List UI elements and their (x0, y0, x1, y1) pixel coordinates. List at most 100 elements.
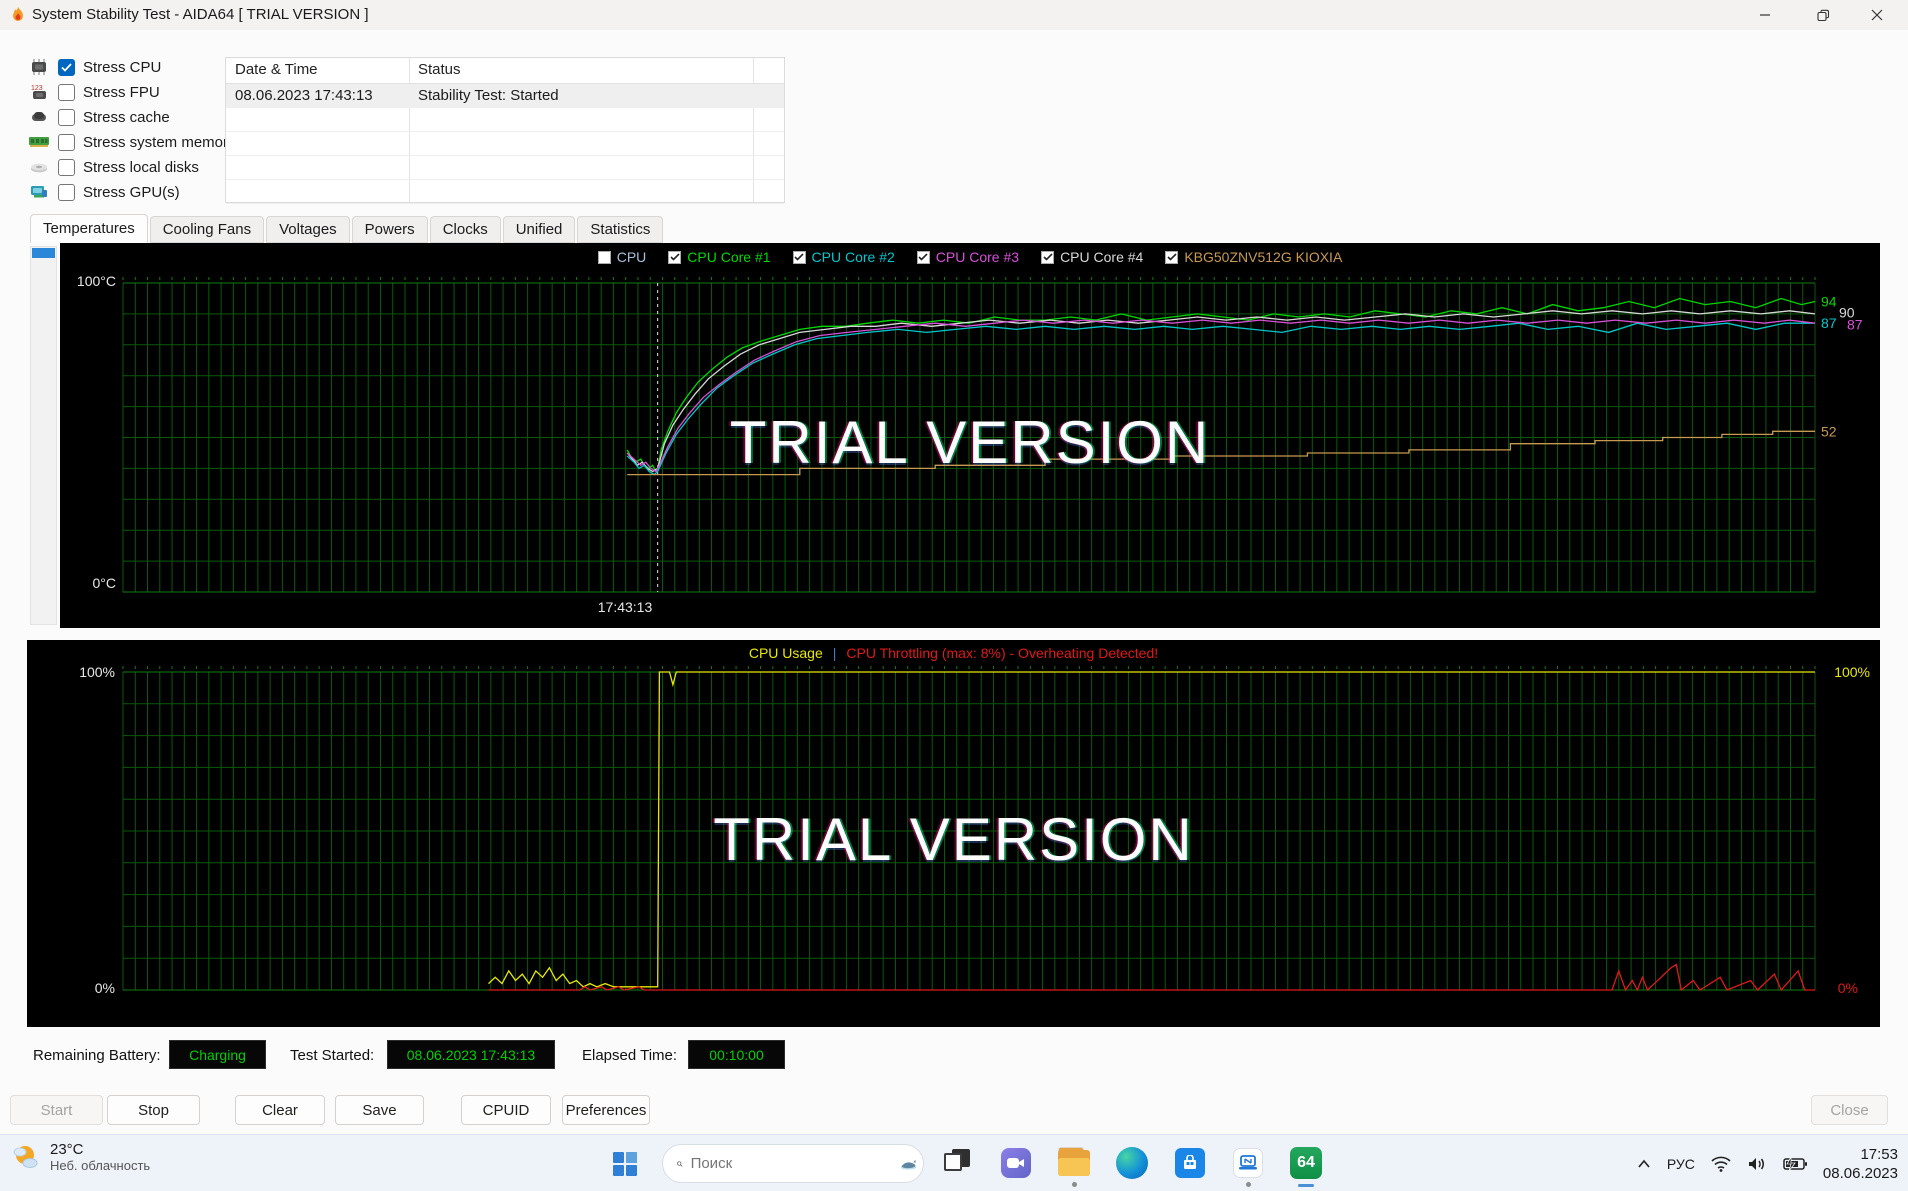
legend-checkbox[interactable] (916, 250, 930, 264)
tab-statistics[interactable]: Statistics (577, 216, 664, 243)
search-input[interactable] (690, 1155, 890, 1172)
stress-option-cpu[interactable]: Stress CPU (28, 56, 161, 78)
clock-widget[interactable]: 17:53 08.06.2023 (1823, 1145, 1898, 1183)
legend-label: KBG50ZNV512G KIOXIA (1184, 249, 1343, 265)
legend-item[interactable]: CPU Core #4 (1041, 249, 1143, 265)
tray-time: 17:53 (1860, 1145, 1898, 1163)
stress-cpu-checkbox[interactable] (58, 58, 75, 76)
legend-checkbox[interactable] (1041, 250, 1055, 264)
chart-legend: CPU CPU Core #1 CPU Core #2 CPU Core #3 CPU … (60, 249, 1880, 265)
stress-option-label: Stress local disks (83, 158, 199, 176)
stress-memory-checkbox[interactable] (58, 133, 75, 151)
usage-right-max-label: 100% (1834, 664, 1870, 680)
check-icon (1167, 253, 1177, 261)
legend-item[interactable]: CPU (597, 249, 646, 265)
stress-option-cache[interactable]: Stress cache (28, 106, 170, 128)
battery-charging-icon[interactable] (1783, 1156, 1807, 1171)
usage-right-min-label: 0% (1837, 980, 1858, 996)
edge-icon (1116, 1147, 1148, 1179)
weather-widget[interactable]: 23°C Неб. облачность (10, 1141, 150, 1173)
running-indicator (1246, 1182, 1251, 1187)
close-button[interactable]: Close (1811, 1095, 1888, 1125)
usage-title-part: CPU Usage (748, 645, 823, 661)
event-log-table[interactable]: Date & Time Status 08.06.2023 17:43:13 S… (225, 57, 785, 204)
stress-fpu-checkbox[interactable] (58, 83, 75, 101)
minimize-button[interactable] (1742, 0, 1788, 30)
cell-datetime: 08.06.2023 17:43:13 (235, 87, 373, 104)
cpuid-button[interactable]: CPUID (461, 1095, 551, 1125)
window-title: System Stability Test - AIDA64 [ TRIAL V… (32, 6, 369, 23)
svg-text:123: 123 (31, 85, 43, 92)
usage-title-part: | (832, 645, 837, 661)
stress-gpu-checkbox[interactable] (58, 183, 75, 201)
legend-label: CPU Core #4 (1060, 249, 1144, 265)
stress-cache-checkbox[interactable] (58, 108, 75, 126)
language-indicator[interactable]: РУС (1667, 1156, 1695, 1172)
microsoft-store-button[interactable] (1170, 1143, 1210, 1183)
stress-option-memory[interactable]: Stress system memory (28, 131, 236, 153)
stress-option-disks[interactable]: Stress local disks (28, 156, 199, 178)
volume-icon[interactable] (1747, 1156, 1767, 1172)
restore-icon (1816, 9, 1829, 21)
legend-item[interactable]: KBG50ZNV512G KIOXIA (1165, 249, 1342, 265)
column-header-status[interactable]: Status (418, 61, 461, 78)
close-window-button[interactable] (1854, 0, 1900, 30)
cpu-icon (28, 58, 50, 76)
elapsed-time-value: 00:10:00 (688, 1040, 785, 1069)
start-menu-button[interactable] (608, 1147, 642, 1181)
stop-button[interactable]: Stop (107, 1095, 200, 1125)
legend-item[interactable]: CPU Core #3 (916, 249, 1019, 265)
tab-unified[interactable]: Unified (502, 216, 576, 243)
close-icon (1871, 9, 1883, 21)
tab-voltages[interactable]: Voltages (266, 216, 350, 243)
series-end-value: 87 (1847, 317, 1863, 333)
stress-option-label: Stress cache (83, 108, 170, 126)
save-button[interactable]: Save (335, 1095, 424, 1125)
trial-watermark: TRIAL VERSION (729, 409, 1211, 476)
cpu-usage-chart: CPU Usage | CPU Throttling (max: 8%) - Ove… (27, 640, 1880, 1027)
restore-button[interactable] (1800, 0, 1846, 30)
file-explorer-button[interactable] (1054, 1143, 1094, 1187)
table-row-empty (226, 156, 784, 180)
chart-vertical-scrollbar[interactable] (30, 246, 57, 625)
aida64-flame-icon (13, 7, 23, 21)
legend-label: CPU Core #1 (687, 249, 771, 265)
usage-chart-title: CPU Usage | CPU Throttling (max: 8%) - Ove… (27, 645, 1880, 661)
edge-button[interactable] (1112, 1143, 1152, 1183)
running-indicator (1072, 1182, 1077, 1187)
task-view-button[interactable] (938, 1143, 978, 1183)
chart-tabs: Temperatures Cooling Fans Voltages Power… (30, 214, 665, 243)
legend-checkbox[interactable] (597, 250, 611, 264)
notebook-app-button[interactable] (1228, 1143, 1268, 1187)
aida64-icon: 64 (1290, 1147, 1322, 1179)
tab-cooling-fans[interactable]: Cooling Fans (149, 216, 265, 243)
search-box[interactable] (662, 1144, 924, 1183)
column-header-datetime[interactable]: Date & Time (235, 61, 318, 78)
legend-item[interactable]: CPU Core #1 (668, 249, 771, 265)
stress-option-fpu[interactable]: 123 Stress FPU (28, 81, 160, 103)
stress-option-gpu[interactable]: Stress GPU(s) (28, 181, 180, 203)
table-row[interactable]: 08.06.2023 17:43:13 Stability Test: Star… (226, 84, 784, 108)
stress-disks-checkbox[interactable] (58, 158, 75, 176)
legend-checkbox[interactable] (792, 250, 806, 264)
tab-powers[interactable]: Powers (351, 216, 428, 243)
teams-chat-button[interactable] (996, 1143, 1036, 1183)
y-axis-max-label: 100°C (76, 273, 116, 289)
check-icon (1042, 253, 1053, 261)
scrollbar-thumb[interactable] (32, 248, 55, 258)
clear-button[interactable]: Clear (235, 1095, 325, 1125)
tray-chevron-up-icon[interactable] (1637, 1159, 1651, 1169)
table-row-empty (226, 180, 784, 204)
cache-icon (28, 108, 50, 126)
preferences-button[interactable]: Preferences (562, 1095, 650, 1125)
legend-checkbox[interactable] (668, 250, 682, 264)
start-button[interactable]: Start (10, 1095, 103, 1125)
tab-clocks[interactable]: Clocks (429, 216, 501, 243)
wifi-icon[interactable] (1711, 1156, 1731, 1172)
aida64-taskbar-button[interactable]: 64 (1286, 1143, 1326, 1187)
tab-temperatures[interactable]: Temperatures (30, 214, 148, 243)
legend-checkbox[interactable] (1165, 250, 1179, 264)
table-header: Date & Time Status (226, 58, 784, 84)
stress-option-label: Stress FPU (83, 83, 160, 101)
legend-item[interactable]: CPU Core #2 (792, 249, 895, 265)
